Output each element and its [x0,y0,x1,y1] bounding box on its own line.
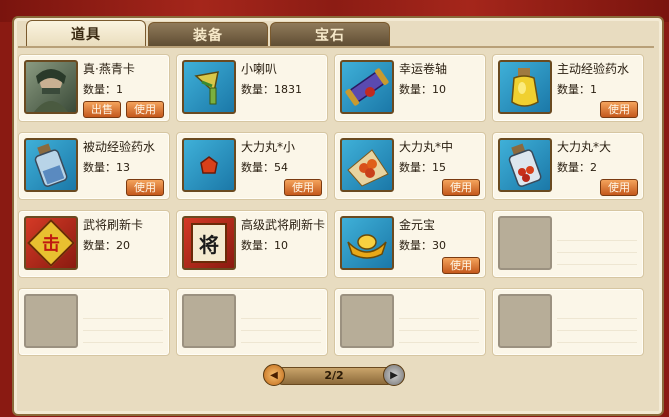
tab-gems[interactable]: 宝石 [270,22,390,47]
item-name: 小喇叭 [241,62,278,76]
empty-slot-frame [182,294,236,348]
use-button[interactable]: 使用 [600,101,638,118]
slot-lines [83,307,163,347]
use-button[interactable]: 使用 [126,179,164,196]
chevron-left-icon: ◀ [270,369,278,381]
slot-lines [557,307,637,347]
item-quantity: 数量：2 [557,161,597,174]
small-pill-icon [182,138,236,192]
use-button[interactable]: 使用 [600,179,638,196]
item-quantity: 数量：54 [241,161,288,174]
item-slot[interactable]: 大力丸*中 数量：15 使用 [334,132,486,200]
use-button[interactable]: 使用 [442,179,480,196]
medium-pill-icon [340,138,394,192]
empty-slot-frame [498,216,552,270]
tab-equipment[interactable]: 装备 [148,22,268,47]
refresh-card-icon: 击 [24,216,78,270]
item-quantity: 数量：15 [399,161,446,174]
slot-lines [241,307,321,347]
empty-slot[interactable] [176,288,328,356]
gold-ingot-icon [340,216,394,270]
advanced-refresh-card-icon: 将 [182,216,236,270]
large-pill-jar-icon [498,138,552,192]
sell-button[interactable]: 出售 [83,101,121,118]
item-name: 高级武将刷新卡 [241,218,326,232]
pagination: 2/2 ◀ ▶ [263,364,405,386]
item-name: 武将刷新卡 [83,218,144,232]
refresh-card-glyph: 击 [42,234,60,255]
item-name: 大力丸*大 [557,140,612,154]
item-slot[interactable]: 金元宝 数量：30 使用 [334,210,486,278]
item-name: 真·燕青卡 [83,62,135,76]
item-quantity: 数量：10 [241,239,288,252]
item-slot[interactable]: 主动经验药水 数量：1 使用 [492,54,644,122]
next-page-button[interactable]: ▶ [383,364,405,386]
item-name: 大力丸*小 [241,140,296,154]
scroll-icon [340,60,394,114]
item-slot[interactable]: 将 高级武将刷新卡 数量：10 [176,210,328,278]
item-slot[interactable]: 大力丸*大 数量：2 使用 [492,132,644,200]
slot-lines [557,229,637,269]
item-name: 被动经验药水 [83,140,156,154]
item-slot[interactable]: 小喇叭 数量：1831 [176,54,328,122]
prev-page-button[interactable]: ◀ [263,364,285,386]
slot-lines [399,307,479,347]
tab-underline [18,46,654,48]
item-slot[interactable]: 被动经验药水 数量：13 使用 [18,132,170,200]
use-button[interactable]: 使用 [442,257,480,274]
yellow-potion-icon [498,60,552,114]
advanced-card-glyph: 将 [199,232,219,257]
item-quantity: 数量：1831 [241,83,302,96]
empty-slot[interactable] [492,210,644,278]
item-quantity: 数量：20 [83,239,130,252]
blue-potion-icon [24,138,78,192]
empty-slot[interactable] [334,288,486,356]
empty-slot[interactable] [18,288,170,356]
item-name: 幸运卷轴 [399,62,448,76]
empty-slot-frame [24,294,78,348]
item-name: 金元宝 [399,218,436,232]
item-slot[interactable]: 幸运卷轴 数量：10 [334,54,486,122]
item-quantity: 数量：10 [399,83,446,96]
item-quantity: 数量：1 [83,83,123,96]
empty-slot-frame [498,294,552,348]
item-slot[interactable]: 真·燕青卡 数量：1 出售 使用 [18,54,170,122]
item-slot[interactable]: 击 武将刷新卡 数量：20 [18,210,170,278]
empty-slot-frame [340,294,394,348]
item-name: 大力丸*中 [399,140,454,154]
use-button[interactable]: 使用 [284,179,322,196]
use-button[interactable]: 使用 [126,101,164,118]
item-name: 主动经验药水 [557,62,630,76]
item-quantity: 数量：13 [83,161,130,174]
item-quantity: 数量：30 [399,239,446,252]
tab-items[interactable]: 道具 [26,20,146,47]
hero-portrait-icon [24,60,78,114]
chevron-right-icon: ▶ [390,369,398,381]
empty-slot[interactable] [492,288,644,356]
horn-icon [182,60,236,114]
item-quantity: 数量：1 [557,83,597,96]
item-slot[interactable]: 大力丸*小 数量：54 使用 [176,132,328,200]
